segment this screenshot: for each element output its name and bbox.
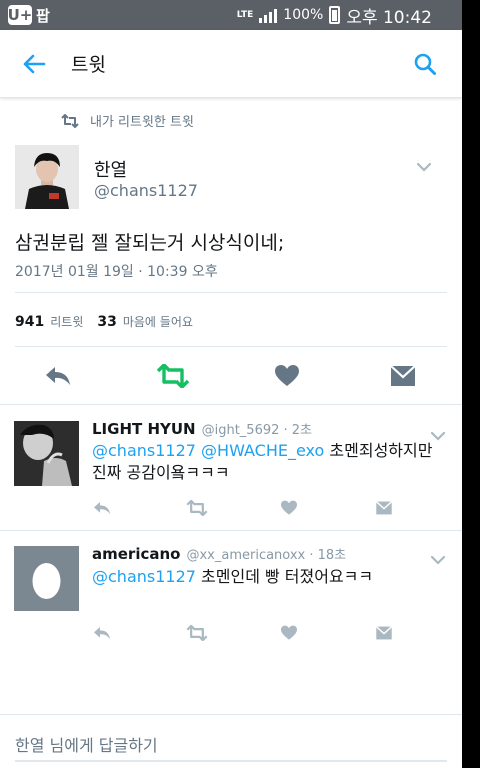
retweet-icon (61, 113, 79, 128)
like-button[interactable] (276, 622, 302, 644)
reply-meta: @xx_americanoxx · 18초 (186, 548, 347, 563)
heart-icon (275, 365, 299, 386)
retweet-button[interactable] (184, 622, 210, 644)
clock: 오후 10:42 (346, 7, 432, 28)
reply-compose-input[interactable]: 한열 님에게 답글하기 (15, 732, 158, 756)
reply-tweet[interactable]: LIGHT HYUN @ight_5692 · 2초 @chans1127 @H… (0, 404, 462, 530)
signal-icon (259, 7, 278, 23)
reply-actions (0, 497, 462, 519)
reply-icon (94, 627, 110, 639)
reply-author-name[interactable]: LIGHT HYUN (92, 420, 196, 438)
avatar[interactable] (14, 546, 79, 611)
dm-icon (390, 365, 416, 386)
dm-button[interactable] (371, 497, 397, 519)
reply-button[interactable] (89, 622, 115, 644)
avatar-photo (14, 421, 79, 486)
likes-label[interactable]: 마음에 들어요 (123, 313, 193, 330)
battery-percent: 100% (283, 7, 324, 23)
avatar[interactable] (14, 421, 79, 486)
retweet-context: 내가 리트윗한 트윗 (60, 111, 194, 130)
network-label: LTE (236, 9, 254, 20)
reply-button[interactable] (38, 357, 78, 395)
mention-link[interactable]: @chans1127 (92, 567, 196, 586)
reply-actions (0, 622, 462, 644)
reply-meta: @ight_5692 · 2초 (201, 423, 313, 438)
reply-author-name[interactable]: americano (92, 545, 180, 563)
egg-avatar-icon (14, 546, 79, 611)
avatar[interactable] (15, 145, 79, 209)
like-button[interactable] (267, 357, 307, 395)
dm-button[interactable] (371, 622, 397, 644)
reply-button[interactable] (89, 497, 115, 519)
avatar-photo (15, 145, 79, 209)
search-icon (414, 53, 436, 75)
divider (15, 292, 447, 293)
reply-text: @chans1127 @HWACHE_exo 초멘죄성하지만 진짜 공감이욬ㅋㅋ… (92, 440, 447, 484)
retweets-label[interactable]: 리트윗 (50, 313, 83, 330)
reply-text: @chans1127 초멘인데 빵 터졌어요ㅋㅋ (92, 566, 447, 588)
back-button[interactable] (17, 47, 51, 81)
heart-icon (281, 500, 297, 515)
tweet-stats: 941 리트윗 33 마음에 들어요 (15, 313, 193, 330)
app-badge: 팝 (36, 6, 50, 25)
screen-edge (462, 0, 480, 768)
dm-icon (375, 501, 393, 515)
reply-body: 초멘인데 빵 터졌어요ㅋㅋ (201, 567, 374, 586)
reply-icon (46, 367, 70, 385)
retweet-context-label: 내가 리트윗한 트윗 (90, 115, 194, 130)
tweet-actions (0, 357, 462, 395)
divider (0, 714, 462, 715)
mention-link[interactable]: @HWACHE_exo (201, 441, 324, 460)
author-handle[interactable]: @chans1127 (94, 181, 198, 200)
tweet-timestamp: 2017년 01월 19일 · 10:39 오후 (15, 264, 218, 280)
tweet-text: 삼권분립 젤 잘되는거 시상식이네; (15, 232, 285, 254)
retweet-icon (156, 364, 190, 388)
carrier-badge: U+ (7, 5, 33, 25)
like-button[interactable] (276, 497, 302, 519)
divider (15, 346, 447, 347)
dm-button[interactable] (383, 357, 423, 395)
battery-icon (329, 6, 341, 24)
reply-icon (94, 502, 110, 514)
tweet-options-button[interactable] (416, 157, 432, 176)
heart-icon (281, 625, 297, 640)
tweet-detail-screen: U+ 팝 LTE 100% 오후 10:42 트윗 내가 리트윗한 트윗 한열 … (0, 0, 462, 768)
reply-tweet[interactable]: americano @xx_americanoxx · 18초 @chans11… (0, 530, 462, 656)
likes-count[interactable]: 33 (97, 314, 116, 330)
retweets-count[interactable]: 941 (15, 314, 44, 330)
page-title: 트윗 (71, 54, 106, 76)
status-bar: U+ 팝 LTE 100% 오후 10:42 (0, 0, 462, 30)
compose-underline (15, 760, 447, 762)
chevron-down-icon (430, 555, 446, 565)
retweet-button[interactable] (153, 357, 193, 395)
mention-link[interactable]: @chans1127 (92, 441, 196, 460)
author-name[interactable]: 한열 (94, 156, 127, 182)
retweet-button[interactable] (184, 497, 210, 519)
app-bar: 트윗 (0, 30, 462, 98)
chevron-down-icon (416, 162, 432, 172)
retweet-icon (186, 500, 208, 516)
retweet-icon (186, 625, 208, 641)
search-button[interactable] (410, 49, 440, 79)
dm-icon (375, 626, 393, 640)
arrow-left-icon (23, 54, 46, 73)
